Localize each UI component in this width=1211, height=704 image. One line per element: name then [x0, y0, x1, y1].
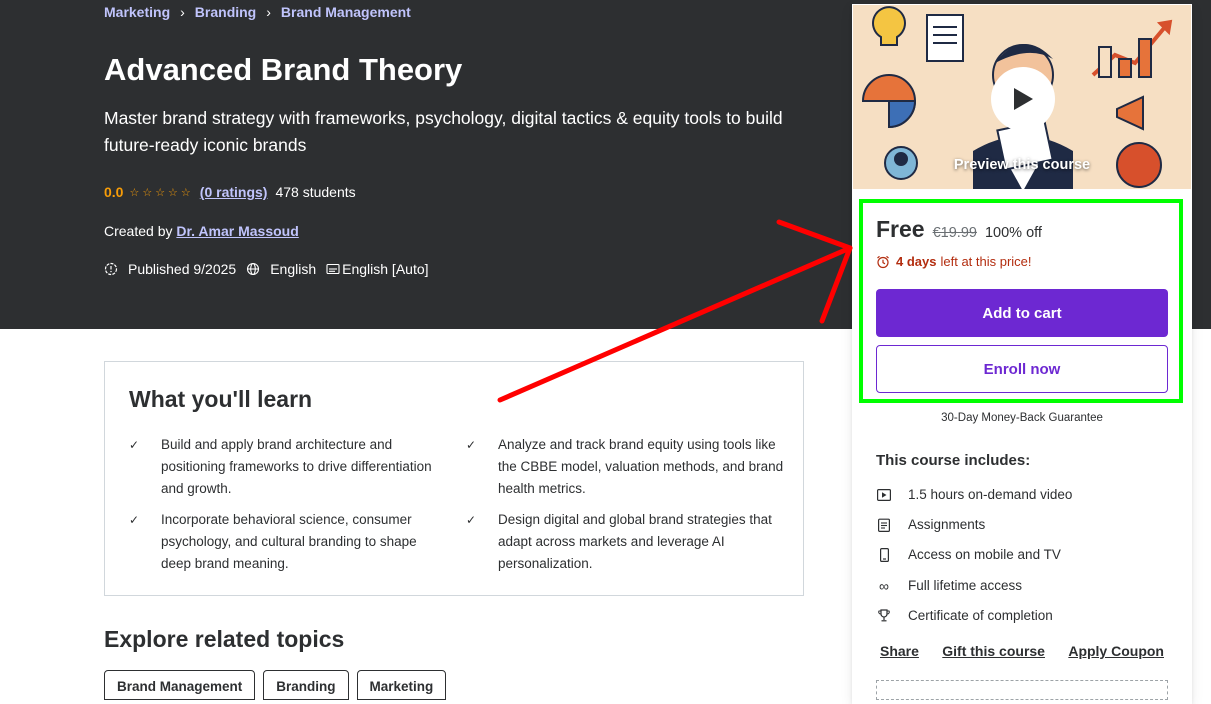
money-back-guarantee: 30-Day Money-Back Guarantee: [941, 412, 1103, 424]
price-row: Free €19.99 100% off: [876, 216, 1042, 243]
gift-course-link[interactable]: Gift this course: [942, 643, 1045, 659]
topic-chips: Brand Management Branding Marketing: [104, 670, 454, 700]
breadcrumb-brand-management[interactable]: Brand Management: [281, 4, 411, 20]
include-item-mobile: Access on mobile and TV: [876, 547, 1061, 562]
globe-icon: [247, 262, 260, 276]
topic-chip-brand-management[interactable]: Brand Management: [104, 670, 256, 700]
include-text: Assignments: [908, 517, 986, 532]
learn-item-text: Analyze and track brand equity using too…: [498, 437, 784, 496]
created-by-label: Created by: [104, 223, 173, 239]
ratings-link[interactable]: (0 ratings): [200, 184, 268, 200]
learn-item: ✓ Build and apply brand architecture and…: [129, 434, 449, 500]
discount-percent: 100% off: [984, 225, 1042, 241]
timer-text: left at this price!: [940, 254, 1032, 269]
learn-item-text: Design digital and global brand strategi…: [498, 512, 772, 571]
rating-row: 0.0 ☆☆☆☆☆ (0 ratings) 478 students: [104, 184, 356, 200]
learn-item-text: Incorporate behavioral science, consumer…: [161, 512, 417, 571]
course-subtitle: Master brand strategy with frameworks, p…: [104, 108, 783, 155]
learn-title: What you'll learn: [129, 386, 313, 412]
course-meta: Published 9/2025 English English [Auto]: [104, 261, 439, 277]
trophy-icon: [876, 609, 892, 623]
check-icon: ✓: [129, 438, 140, 452]
preview-label: Preview this course: [953, 157, 1091, 173]
apply-coupon-link[interactable]: Apply Coupon: [1068, 643, 1164, 659]
include-item-lifetime: ∞ Full lifetime access: [876, 577, 1023, 594]
include-item-certificate: Certificate of completion: [876, 608, 1053, 623]
share-link[interactable]: Share: [880, 643, 919, 659]
breadcrumb-marketing[interactable]: Marketing: [104, 4, 170, 20]
timer-days: 4 days: [896, 254, 937, 269]
original-price: €19.99: [932, 225, 977, 241]
alert-badge-icon: [104, 262, 118, 276]
enroll-now-button[interactable]: Enroll now: [876, 345, 1168, 393]
chevron-right-icon: ›: [266, 4, 271, 20]
created-by: Created by Dr. Amar Massoud: [104, 223, 299, 239]
explore-title: Explore related topics: [104, 626, 345, 652]
price-timer: 4 days left at this price!: [876, 254, 1032, 269]
topic-chip-marketing[interactable]: Marketing: [356, 670, 447, 700]
coupon-box: [876, 680, 1168, 700]
video-icon: [876, 488, 892, 502]
check-icon: ✓: [466, 438, 477, 452]
published-item: Published 9/2025: [104, 261, 236, 277]
infinity-icon: ∞: [879, 577, 889, 594]
course-title: Advanced Brand Theory: [104, 52, 463, 87]
include-text: Access on mobile and TV: [908, 547, 1061, 562]
include-text: 1.5 hours on-demand video: [908, 487, 1073, 502]
current-price: Free: [876, 216, 925, 242]
rating-value: 0.0: [104, 184, 124, 200]
check-icon: ✓: [129, 513, 140, 527]
learn-item-text: Build and apply brand architecture and p…: [161, 437, 432, 496]
breadcrumb: Marketing › Branding › Brand Management: [104, 4, 411, 20]
published-date: Published 9/2025: [128, 261, 237, 277]
sidebar-links: Share Gift this course Apply Coupon: [880, 643, 1164, 659]
topic-chip-branding[interactable]: Branding: [263, 670, 349, 700]
include-text: Full lifetime access: [908, 578, 1023, 593]
check-icon: ✓: [466, 513, 477, 527]
includes-title: This course includes:: [876, 452, 1031, 469]
learn-item: ✓ Incorporate behavioral science, consum…: [129, 509, 449, 575]
learn-item: ✓ Design digital and global brand strate…: [466, 509, 786, 575]
captions-icon: [326, 263, 340, 275]
include-text: Certificate of completion: [908, 608, 1053, 623]
assignment-icon: [876, 518, 892, 532]
students-count: 478 students: [275, 184, 356, 200]
learn-item: ✓ Analyze and track brand equity using t…: [466, 434, 786, 500]
play-button[interactable]: [991, 67, 1055, 131]
include-item-assignments: Assignments: [876, 517, 985, 532]
add-to-cart-button[interactable]: Add to cart: [876, 289, 1168, 337]
star-rating-icon: ☆☆☆☆☆: [129, 186, 194, 199]
captions-item: English [Auto]: [326, 261, 429, 277]
alarm-clock-icon: [877, 255, 889, 268]
play-icon: [1014, 88, 1033, 110]
what-you-learn-box: What you'll learn ✓ Build and apply bran…: [104, 361, 804, 596]
course-language: English: [270, 261, 317, 277]
instructor-link[interactable]: Dr. Amar Massoud: [176, 223, 298, 239]
chevron-right-icon: ›: [180, 4, 185, 20]
course-captions: English [Auto]: [342, 261, 429, 277]
mobile-icon: [876, 547, 892, 562]
include-item-video: 1.5 hours on-demand video: [876, 487, 1072, 502]
breadcrumb-branding[interactable]: Branding: [195, 4, 256, 20]
language-item: English: [246, 261, 316, 277]
course-preview[interactable]: Preview this course: [852, 4, 1192, 190]
